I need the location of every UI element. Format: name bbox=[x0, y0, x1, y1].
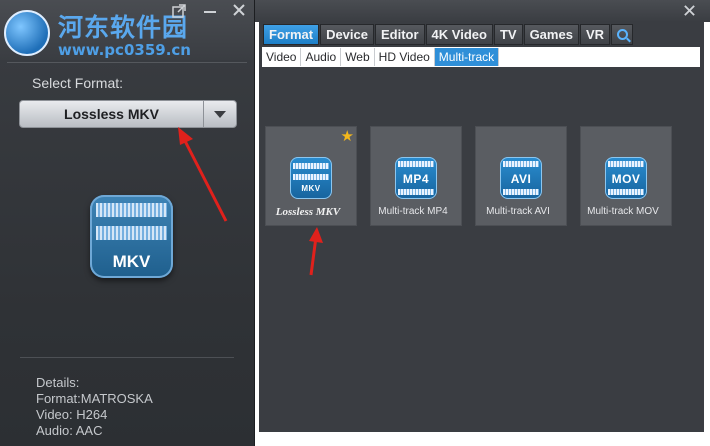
avi-icon: AVI bbox=[500, 157, 542, 199]
watermark-logo-icon bbox=[4, 10, 50, 56]
mkv-format-icon: MKV bbox=[90, 195, 173, 278]
mov-icon: MOV bbox=[605, 157, 647, 199]
search-button[interactable] bbox=[611, 24, 633, 45]
mkv-format-icon-label: MKV bbox=[112, 252, 151, 271]
tab-vr[interactable]: VR bbox=[579, 24, 610, 45]
minimize-icon-glyph bbox=[204, 11, 216, 13]
details-heading: Details: bbox=[36, 375, 80, 390]
waveform-top bbox=[398, 161, 434, 167]
details-video: Video: H264 bbox=[36, 407, 108, 422]
mkv-icon-label: MKV bbox=[301, 184, 321, 193]
avi-icon-label: AVI bbox=[510, 172, 532, 186]
tab-games[interactable]: Games bbox=[523, 24, 579, 45]
close-icon-glyph bbox=[233, 4, 245, 16]
format-grid: ★ MKV MP4 AVI MOV bbox=[262, 68, 700, 430]
mov-icon-label: MOV bbox=[611, 172, 641, 186]
waveform-bottom bbox=[503, 189, 539, 195]
waveform-top bbox=[293, 163, 329, 169]
format-subtabs: Video Audio Web HD Video Multi-track bbox=[262, 47, 700, 67]
watermark-url: www.pc0359.cn bbox=[58, 41, 191, 59]
format-details: Details: Format:MATROSKA Video: H264 Aud… bbox=[36, 375, 153, 439]
tab-device[interactable]: Device bbox=[320, 24, 374, 45]
tab-tv[interactable]: TV bbox=[493, 24, 523, 45]
divider bbox=[7, 62, 247, 63]
star-icon: ★ bbox=[340, 128, 354, 145]
category-tabs: Format Device Editor 4K Video TV Games V… bbox=[263, 24, 634, 45]
mkv-icon: MKV bbox=[290, 157, 332, 199]
mp4-icon: MP4 bbox=[395, 157, 437, 199]
tab-editor[interactable]: Editor bbox=[374, 24, 425, 45]
chevron-down-icon bbox=[214, 111, 226, 118]
search-icon bbox=[617, 29, 628, 40]
tab-4k-video[interactable]: 4K Video bbox=[425, 24, 493, 45]
waveform-bottom bbox=[96, 226, 167, 240]
format-dropdown[interactable]: Lossless MKV bbox=[19, 100, 237, 128]
format-label-multi-track-avi: Multi-track AVI bbox=[486, 206, 550, 217]
divider bbox=[20, 357, 234, 358]
dropdown-toggle-button[interactable] bbox=[203, 101, 236, 127]
select-format-label: Select Format: bbox=[32, 75, 124, 91]
waveform-top bbox=[608, 161, 644, 167]
format-label-multi-track-mp4: Multi-track MP4 bbox=[378, 206, 448, 217]
subtab-hd-video[interactable]: HD Video bbox=[375, 48, 435, 66]
subtab-multi-track[interactable]: Multi-track bbox=[434, 48, 500, 66]
format-label-lossless-mkv: Lossless MKV bbox=[275, 206, 341, 218]
minimize-icon[interactable] bbox=[201, 3, 219, 21]
waveform-bottom bbox=[293, 174, 329, 180]
close-icon-glyph bbox=[684, 5, 695, 16]
format-browser-window: Format Device Editor 4K Video TV Games V… bbox=[255, 0, 710, 446]
details-audio: Audio: AAC bbox=[36, 423, 103, 438]
tab-format[interactable]: Format bbox=[263, 24, 320, 45]
subtab-web[interactable]: Web bbox=[341, 48, 375, 66]
format-selection-panel: 河东软件园 www.pc0359.cn Select Format: Lossl… bbox=[0, 0, 255, 446]
waveform-top bbox=[96, 203, 167, 217]
close-icon[interactable] bbox=[683, 2, 696, 22]
watermark-site-name: 河东软件园 bbox=[58, 13, 189, 42]
format-browser-panel: Format Device Editor 4K Video TV Games V… bbox=[259, 22, 704, 432]
subtab-audio[interactable]: Audio bbox=[301, 48, 342, 66]
format-label-multi-track-mov: Multi-track MOV bbox=[587, 206, 659, 217]
waveform-top bbox=[503, 161, 539, 167]
format-dropdown-value: Lossless MKV bbox=[64, 106, 159, 122]
waveform-bottom bbox=[608, 189, 644, 195]
popout-icon[interactable] bbox=[170, 4, 188, 22]
mp4-icon-label: MP4 bbox=[402, 172, 430, 186]
details-format: Format:MATROSKA bbox=[36, 391, 153, 406]
subtab-video[interactable]: Video bbox=[262, 48, 302, 66]
waveform-bottom bbox=[398, 189, 434, 195]
format-browser-titlebar bbox=[255, 0, 710, 22]
popout-icon-glyph bbox=[172, 4, 186, 18]
close-icon[interactable] bbox=[230, 3, 248, 21]
watermark: 河东软件园 www.pc0359.cn bbox=[2, 4, 197, 59]
